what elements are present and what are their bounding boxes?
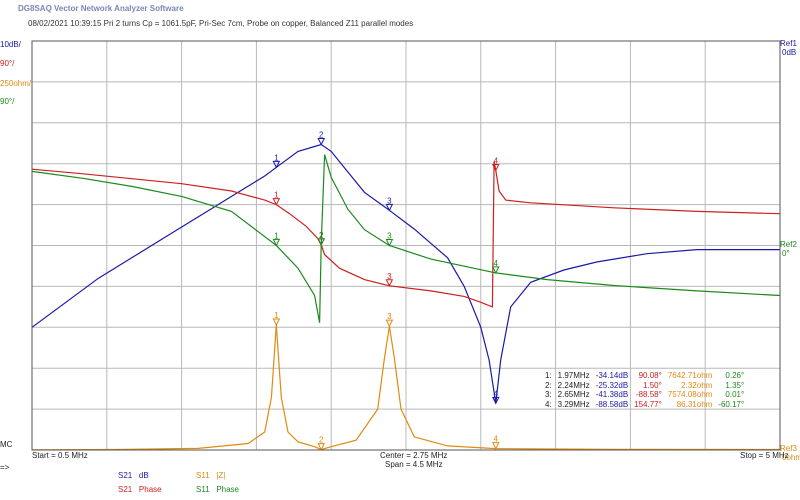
marker-row: 3: 2.65MHz -41.38dB -88.58° 7574.08ohm 0.01° bbox=[542, 390, 747, 400]
marker-3-label: 3 bbox=[387, 312, 392, 321]
marker-4-label: 4 bbox=[494, 259, 499, 268]
marker-cell: -88.58° bbox=[635, 390, 662, 399]
marker-cell: 2.65MHz bbox=[557, 390, 590, 399]
marker-cell: 7642.71ohm bbox=[667, 371, 713, 380]
marker-row: 1: 1.97MHz -34.14dB 90.08° 7642.71ohm 0.26° bbox=[542, 371, 747, 381]
legend-s11-impedance-unit: |Z| bbox=[216, 471, 226, 480]
span-frequency: Span = 4.5 MHz bbox=[385, 460, 443, 469]
marker-2-label: 2 bbox=[319, 231, 324, 240]
marker-cell: -60.17° bbox=[718, 399, 745, 409]
marker-1-label: 1 bbox=[274, 191, 279, 200]
marker-readout-table: 1: 1.97MHz -34.14dB 90.08° 7642.71ohm 0.26° 2:… bbox=[542, 371, 747, 409]
marker-cell: 1.50° bbox=[643, 380, 662, 390]
marker-cell: 154.77° bbox=[634, 399, 662, 409]
marker-cell: 3: bbox=[545, 390, 552, 399]
start-frequency: Start = 0.5 MHz bbox=[32, 451, 88, 460]
marker-1-label: 1 bbox=[274, 311, 279, 320]
legend-s21-db[interactable]: S21 dB bbox=[118, 471, 149, 480]
legend-s21-db-unit: dB bbox=[138, 471, 149, 480]
marker-cell: 0.26° bbox=[725, 371, 745, 380]
stop-frequency: Stop = 5 MHz bbox=[740, 451, 789, 460]
marker-cell: 86.31ohm bbox=[676, 399, 713, 409]
legend-s21-phase-unit: Phase bbox=[138, 485, 162, 494]
marker-4-label: 4 bbox=[494, 435, 499, 444]
marker-cell: 1.35° bbox=[725, 380, 745, 390]
marker-1-label: 1 bbox=[274, 231, 279, 240]
marker-cell: 2.32ohm bbox=[681, 380, 713, 390]
chart-markers: 1111222233334444 bbox=[272, 130, 500, 451]
legend-s11-impedance-param: S11 bbox=[196, 471, 210, 480]
legend-s11-phase[interactable]: S11 Phase bbox=[196, 485, 239, 494]
marker-cell: 2: bbox=[545, 380, 552, 390]
marker-3-label: 3 bbox=[387, 196, 392, 205]
marker-3-label: 3 bbox=[387, 272, 392, 281]
marker-2-label: 2 bbox=[319, 130, 324, 139]
center-frequency: Center = 2.75 MHz bbox=[380, 451, 448, 460]
marker-cell: 90.08° bbox=[638, 371, 662, 380]
marker-cell: 7574.08ohm bbox=[667, 390, 713, 399]
marker-4-label: 4 bbox=[494, 157, 499, 166]
marker-4-label: 4 bbox=[494, 389, 499, 398]
legend-s11-phase-param: S11 bbox=[196, 485, 210, 494]
legend-s21-db-param: S21 bbox=[118, 471, 133, 480]
marker-3-label: 3 bbox=[387, 231, 392, 240]
marker-1-label: 1 bbox=[274, 153, 279, 162]
marker-row: 2: 2.24MHz -25.32dB 1.50° 2.32ohm 1.35° bbox=[542, 381, 747, 391]
marker-cell: 3.29MHz bbox=[557, 399, 590, 409]
legend-s11-phase-unit: Phase bbox=[216, 485, 239, 494]
legend-s11-impedance[interactable]: S11 |Z| bbox=[196, 471, 225, 480]
marker-cell: -41.38dB bbox=[595, 390, 629, 399]
marker-cell: -88.58dB bbox=[595, 399, 629, 409]
legend-s21-phase[interactable]: S21 Phase bbox=[118, 485, 162, 494]
marker-cell: 2.24MHz bbox=[557, 380, 590, 390]
marker-cell: 4: bbox=[545, 399, 552, 409]
vna-chart[interactable]: 1111222233334444 bbox=[0, 0, 800, 500]
marker-cell: 1.97MHz bbox=[557, 371, 590, 380]
marker-2-label: 2 bbox=[319, 436, 324, 445]
marker-row: 4: 3.29MHz -88.58dB 154.77° 86.31ohm -60.17° bbox=[542, 400, 747, 410]
marker-cell: 1: bbox=[545, 371, 552, 380]
marker-cell: -34.14dB bbox=[595, 371, 629, 380]
legend-s21-phase-param: S21 bbox=[118, 485, 133, 494]
marker-cell: -25.32dB bbox=[595, 380, 629, 390]
marker-cell: 0.01° bbox=[725, 390, 745, 399]
